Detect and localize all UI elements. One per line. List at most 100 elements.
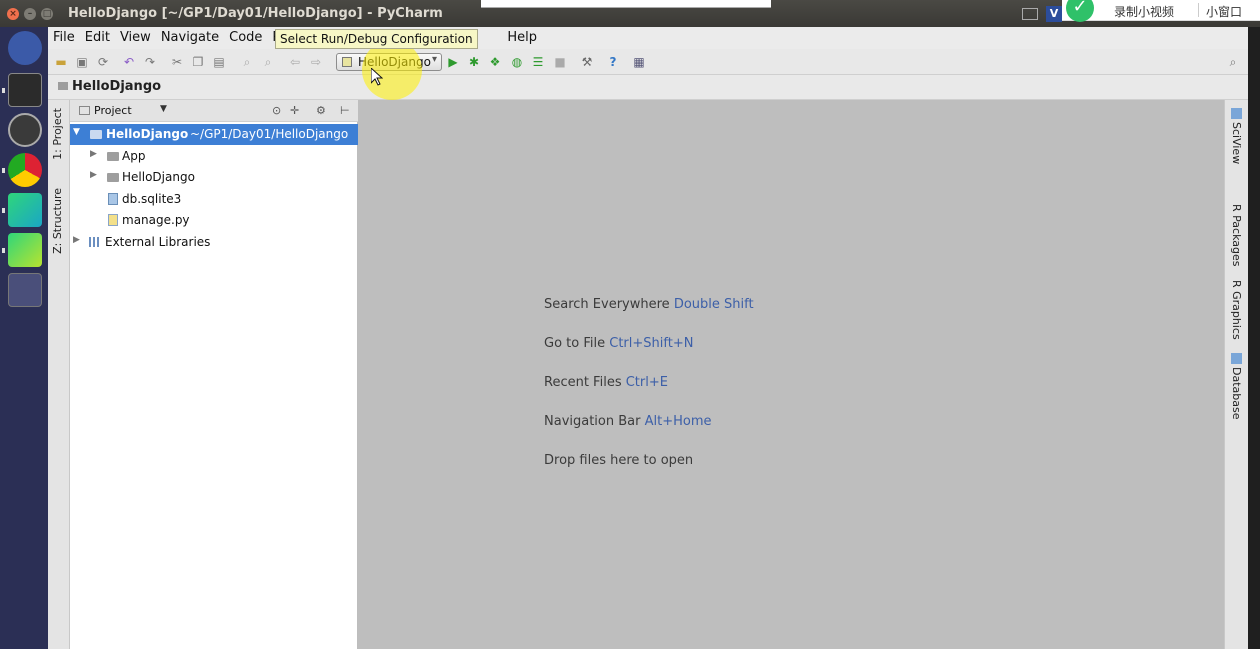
software-center-icon[interactable]: [8, 113, 42, 147]
screen-edge: [1248, 27, 1260, 649]
menu-file[interactable]: File: [48, 27, 80, 49]
find-icon[interactable]: ⌕: [240, 55, 254, 69]
tree-row-manage-py[interactable]: manage.py: [70, 210, 358, 231]
forward-icon[interactable]: ⇨: [309, 55, 323, 69]
hint-recent-files: Recent Files Ctrl+E: [544, 375, 668, 390]
run-config-label: HelloDjango: [358, 55, 431, 69]
mini-window-button[interactable]: 小窗口: [1206, 3, 1242, 20]
tree-row-external-libraries[interactable]: ▶ External Libraries: [70, 232, 358, 253]
tree-label: HelloDjango: [106, 127, 189, 141]
close-window-button[interactable]: ×: [7, 8, 19, 20]
collapse-all-icon[interactable]: ✛: [290, 104, 299, 117]
hint-go-to-file: Go to File Ctrl+Shift+N: [544, 336, 693, 351]
breadcrumb-label: HelloDjango: [72, 79, 162, 94]
running-indicator: [2, 88, 5, 93]
save-icon[interactable]: ▣: [75, 55, 89, 69]
tree-row-hellodjango[interactable]: ▶ HelloDjango: [70, 167, 358, 188]
pycharm-icon-2[interactable]: [8, 233, 42, 267]
hint-shortcut: Alt+Home: [644, 414, 712, 429]
minimize-window-button[interactable]: –: [24, 8, 36, 20]
django-config-icon: [342, 57, 352, 67]
sdk-icon[interactable]: ▦: [632, 55, 646, 69]
undo-icon[interactable]: ↶: [122, 55, 136, 69]
copy-icon[interactable]: ❐: [191, 55, 205, 69]
debug-icon[interactable]: ✱: [467, 55, 481, 69]
redo-icon[interactable]: ↷: [143, 55, 157, 69]
editor-empty-area[interactable]: Search Everywhere Double Shift Go to Fil…: [358, 100, 1224, 649]
record-video-button[interactable]: 录制小视频: [1114, 3, 1174, 20]
running-indicator: [2, 248, 5, 253]
library-icon: [89, 237, 101, 247]
chevron-right-icon[interactable]: ▶: [90, 149, 97, 159]
run-icon[interactable]: ▶: [446, 55, 460, 69]
paste-icon[interactable]: ▤: [212, 55, 226, 69]
menu-code[interactable]: Code: [224, 27, 267, 49]
trash-icon[interactable]: [8, 273, 42, 307]
stop-icon[interactable]: ■: [553, 55, 567, 69]
project-view-selector[interactable]: Project: [94, 104, 132, 117]
profile-icon[interactable]: ◍: [510, 55, 524, 69]
tree-label: db.sqlite3: [122, 192, 182, 206]
chevron-right-icon[interactable]: ▶: [73, 235, 80, 245]
project-panel-header: Project ▼ ⊙ ✛ ⚙ ⊢: [70, 100, 358, 122]
breadcrumb[interactable]: HelloDjango: [58, 79, 161, 94]
tree-row-db-sqlite3[interactable]: db.sqlite3: [70, 189, 358, 210]
running-indicator: [2, 168, 5, 173]
tab-structure[interactable]: Z: Structure: [51, 188, 64, 254]
run-coverage-icon[interactable]: ❖: [488, 55, 502, 69]
hint-navigation-bar: Navigation Bar Alt+Home: [544, 414, 712, 429]
navigation-bar: HelloDjango: [48, 75, 1248, 100]
open-folder-icon[interactable]: ▬: [54, 55, 68, 69]
dash-icon[interactable]: [8, 31, 42, 65]
left-tool-strip: 1: Project Z: Structure: [48, 100, 70, 649]
sync-icon[interactable]: ⟳: [96, 55, 110, 69]
gear-icon[interactable]: ⚙: [316, 104, 326, 117]
tab-sciview[interactable]: SciView: [1230, 122, 1243, 164]
chevron-down-icon[interactable]: ▼: [160, 104, 167, 114]
keyboard-icon[interactable]: [1022, 8, 1038, 20]
menu-help[interactable]: Help: [502, 27, 542, 49]
tab-database[interactable]: Database: [1230, 367, 1243, 420]
chevron-right-icon[interactable]: ▶: [90, 170, 97, 180]
recording-overlay: ✓ 录制小视频 小窗口: [1062, 0, 1260, 22]
project-icon: [79, 106, 90, 115]
top-strip: [481, 0, 771, 8]
scroll-from-source-icon[interactable]: ⊙: [272, 104, 281, 117]
help-icon[interactable]: ?: [606, 55, 620, 69]
tab-r-packages[interactable]: R Packages: [1230, 204, 1243, 266]
pycharm-window: File Edit View Navigate Code Refa Help ▬…: [48, 27, 1248, 649]
run-config-dropdown[interactable]: HelloDjango ▾: [336, 53, 442, 71]
hint-drop-files: Drop files here to open: [544, 453, 693, 468]
terminal-icon[interactable]: [8, 73, 42, 107]
folder-icon: [58, 82, 68, 90]
menu-view[interactable]: View: [115, 27, 156, 49]
hint-text: Go to File: [544, 336, 606, 351]
settings-icon[interactable]: ⚒: [580, 55, 594, 69]
concurrency-icon[interactable]: ☰: [531, 55, 545, 69]
chrome-icon[interactable]: [8, 153, 42, 187]
tree-label: HelloDjango: [122, 170, 195, 184]
hint-text: Recent Files: [544, 375, 622, 390]
menu-navigate[interactable]: Navigate: [156, 27, 224, 49]
hint-shortcut: Double Shift: [673, 297, 754, 312]
recorder-logo-icon: ✓: [1066, 0, 1094, 22]
cut-icon[interactable]: ✂: [170, 55, 184, 69]
tree-row-app[interactable]: ▶ App: [70, 146, 358, 167]
back-icon[interactable]: ⇦: [288, 55, 302, 69]
tab-project[interactable]: 1: Project: [51, 108, 64, 160]
project-tool-window: Project ▼ ⊙ ✛ ⚙ ⊢ ▼ HelloDjango ~/GP1/Da…: [70, 100, 358, 649]
menu-edit[interactable]: Edit: [80, 27, 115, 49]
chevron-down-icon[interactable]: ▼: [73, 127, 80, 137]
maximize-window-button[interactable]: □: [41, 8, 53, 20]
search-everywhere-icon[interactable]: ⌕: [1226, 55, 1240, 69]
pycharm-icon[interactable]: [8, 193, 42, 227]
menu-bar: File Edit View Navigate Code Refa Help: [48, 27, 1248, 49]
divider: [1198, 3, 1199, 17]
tray-app-icon[interactable]: V: [1046, 6, 1062, 22]
window-title: HelloDjango [~/GP1/Day01/HelloDjango] - …: [68, 6, 443, 21]
hide-panel-icon[interactable]: ⊢: [340, 104, 350, 117]
tree-row-project-root[interactable]: ▼ HelloDjango ~/GP1/Day01/HelloDjango: [70, 124, 358, 145]
tab-r-graphics[interactable]: R Graphics: [1230, 280, 1243, 340]
hint-text: Navigation Bar: [544, 414, 641, 429]
replace-icon[interactable]: ⌕: [261, 55, 275, 69]
